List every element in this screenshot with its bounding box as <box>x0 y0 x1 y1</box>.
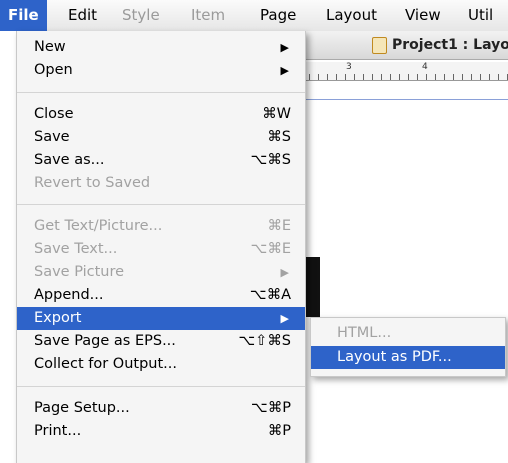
shortcut-label: ⌥⌘A <box>249 287 291 303</box>
menu-item-label: Print... <box>34 423 82 439</box>
shortcut-label: ⌘S <box>267 129 291 145</box>
menu-bar: File Edit Style Item Page Layout View Ut… <box>0 0 508 32</box>
menu-item-label: Save Page as EPS... <box>34 333 176 349</box>
file-menu: New ▶ Open ▶ Close ⌘W Save ⌘S Save as...… <box>16 31 306 463</box>
menu-file[interactable]: File <box>0 0 47 31</box>
menu-item-label: Save as... <box>34 152 105 168</box>
export-submenu: HTML... Layout as PDF... <box>310 317 506 377</box>
ruler-mark: 3 <box>346 62 352 72</box>
window-title: Project1 : Layo <box>392 37 508 53</box>
menu-item-label: Close <box>34 106 74 122</box>
menu-item-save-text[interactable]: Save Text... ⌥⌘E <box>17 238 305 261</box>
menu-layout[interactable]: Layout <box>326 0 377 31</box>
menu-item-close[interactable]: Close ⌘W <box>17 103 305 126</box>
submenu-arrow-icon: ▶ <box>280 41 289 54</box>
menu-item-save[interactable]: Save ⌘S <box>17 126 305 149</box>
menu-item-open[interactable]: Open ▶ <box>17 59 305 82</box>
menu-item-new[interactable]: New ▶ <box>17 36 305 59</box>
menu-item-save-picture[interactable]: Save Picture ▶ <box>17 261 305 284</box>
menu-item-append[interactable]: Append... ⌥⌘A <box>17 284 305 307</box>
shortcut-label: ⌥⌘P <box>251 400 291 416</box>
shortcut-label: ⌘E <box>267 218 291 234</box>
menu-item-label: Page Setup... <box>34 400 130 416</box>
menu-item-label: Append... <box>34 287 104 303</box>
menu-item-export[interactable]: Export ▶ <box>17 307 305 330</box>
menu-item-label: Save <box>34 129 70 145</box>
shortcut-label: ⌘P <box>267 423 291 439</box>
menu-item-page-setup[interactable]: Page Setup... ⌥⌘P <box>17 397 305 420</box>
shortcut-label: ⌘W <box>262 106 291 122</box>
menu-item-print[interactable]: Print... ⌘P <box>17 420 305 443</box>
menu-item-label: Open <box>34 62 73 78</box>
menu-item-label: Save Picture <box>34 264 125 280</box>
menu-item-label: Export <box>34 310 82 326</box>
shortcut-label: ⌥⇧⌘S <box>238 333 291 349</box>
menu-item[interactable]: Item <box>191 0 225 31</box>
menu-view[interactable]: View <box>405 0 441 31</box>
document-icon <box>372 37 387 54</box>
menu-item-label: Revert to Saved <box>34 175 151 191</box>
submenu-arrow-icon: ▶ <box>280 266 289 279</box>
shortcut-label: ⌥⌘S <box>250 152 291 168</box>
menu-item-collect-output[interactable]: Collect for Output... <box>17 353 305 376</box>
window-titlebar: Project1 : Layo <box>300 31 508 60</box>
menu-separator <box>17 92 305 93</box>
menu-item-get-text[interactable]: Get Text/Picture... ⌘E <box>17 215 305 238</box>
menu-item-revert[interactable]: Revert to Saved <box>17 172 305 195</box>
menu-item-label: Layout as PDF... <box>337 349 452 365</box>
menu-item-save-as[interactable]: Save as... ⌥⌘S <box>17 149 305 172</box>
menu-item-label: New <box>34 39 66 55</box>
submenu-item-layout-pdf[interactable]: Layout as PDF... <box>311 346 505 369</box>
menu-separator <box>17 204 305 205</box>
shortcut-label: ⌥⌘E <box>250 241 291 257</box>
menu-item-label: Save Text... <box>34 241 118 257</box>
submenu-item-html[interactable]: HTML... <box>311 322 505 345</box>
menu-item-label: HTML... <box>337 325 392 341</box>
submenu-arrow-icon: ▶ <box>280 312 289 325</box>
menu-edit[interactable]: Edit <box>68 0 97 31</box>
page-guide-line <box>300 99 508 100</box>
menu-util[interactable]: Util <box>468 0 493 31</box>
menu-item-label: Get Text/Picture... <box>34 218 163 234</box>
ruler-mark: 4 <box>422 62 428 72</box>
horizontal-ruler: 3 4 <box>300 62 508 81</box>
menu-item-label: Collect for Output... <box>34 356 177 372</box>
submenu-arrow-icon: ▶ <box>280 64 289 77</box>
menu-separator <box>17 386 305 387</box>
menu-style[interactable]: Style <box>122 0 160 31</box>
menu-item-save-page-eps[interactable]: Save Page as EPS... ⌥⇧⌘S <box>17 330 305 353</box>
menu-page[interactable]: Page <box>260 0 296 31</box>
